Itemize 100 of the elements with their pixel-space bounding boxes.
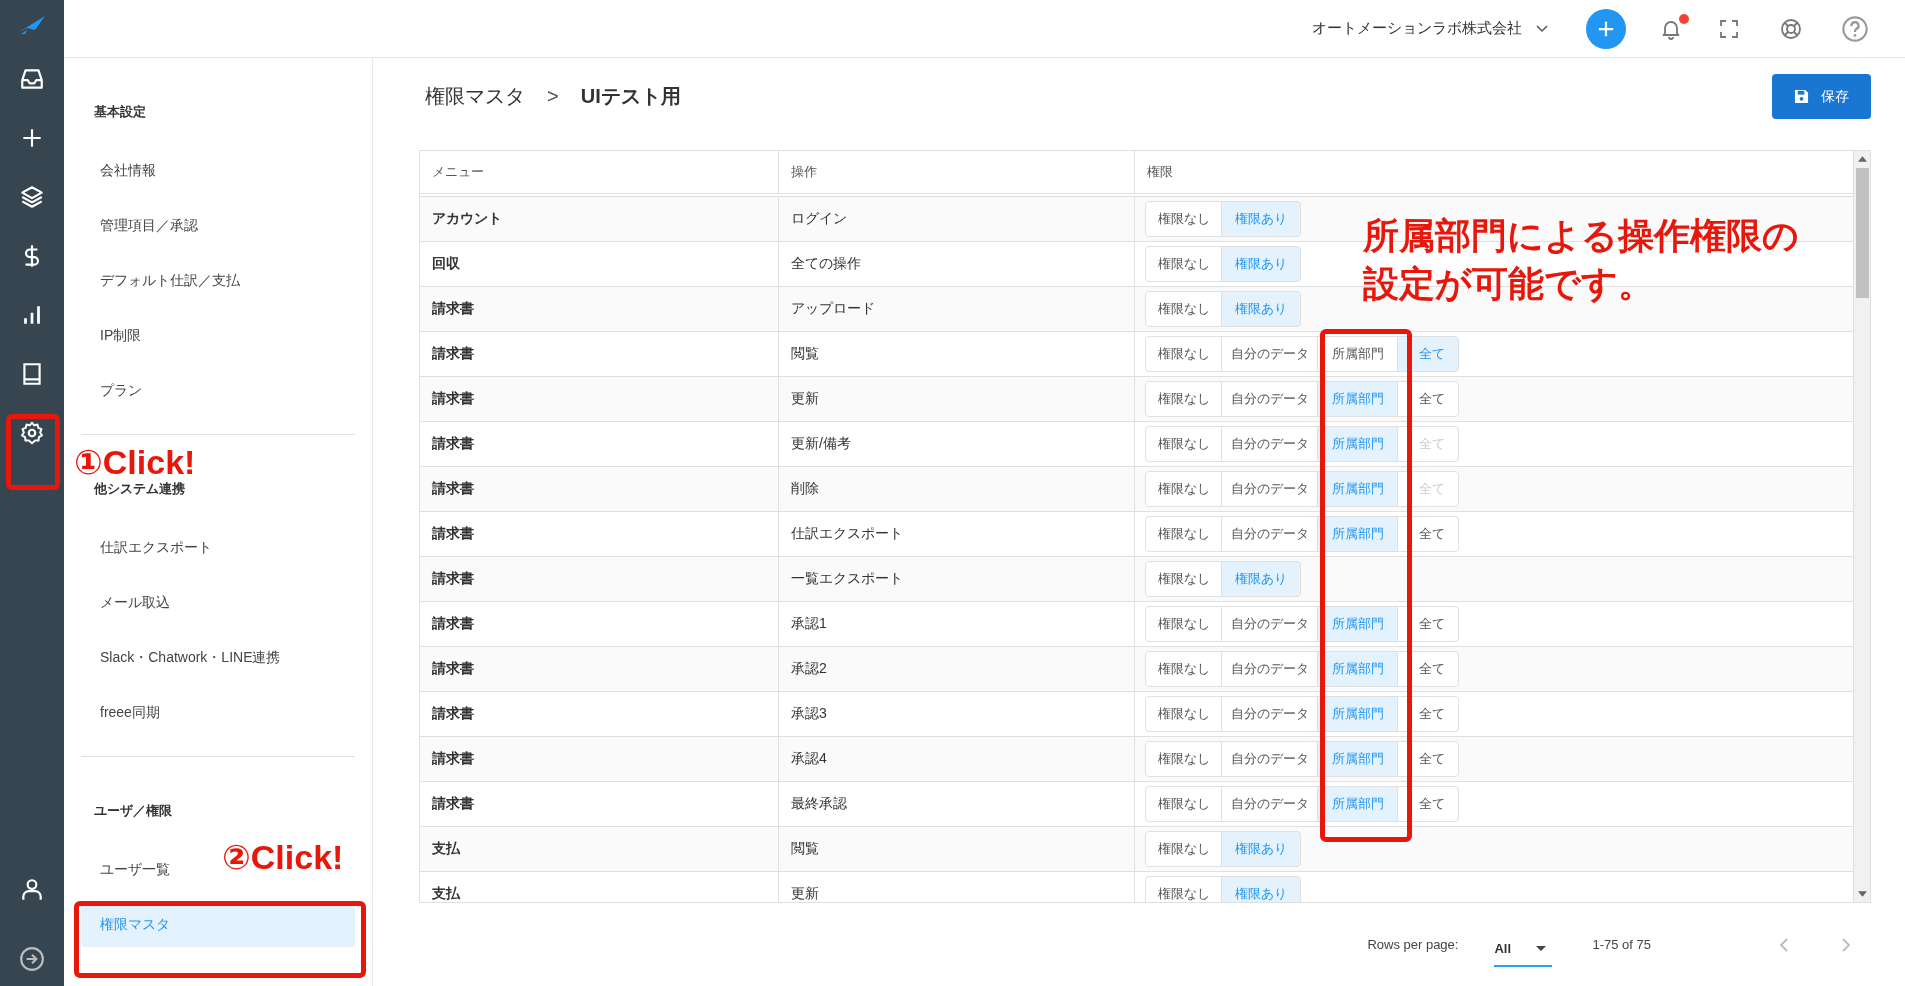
- breadcrumb-link[interactable]: 権限マスタ: [425, 83, 525, 110]
- step-label: ②Click!: [222, 840, 344, 874]
- table-cell: 承認1: [779, 602, 1135, 646]
- permission-option[interactable]: 全て: [1397, 651, 1459, 687]
- table-cell: 支払: [420, 872, 779, 902]
- add-button[interactable]: [1586, 8, 1626, 49]
- table-cell: 承認3: [779, 692, 1135, 736]
- permission-option[interactable]: 権限なし: [1145, 741, 1222, 777]
- page-range: 1-75 of 75: [1592, 937, 1651, 952]
- permission-option[interactable]: 全て: [1397, 606, 1459, 642]
- table-cell: 更新: [779, 872, 1135, 902]
- table-cell: 更新/備考: [779, 422, 1135, 466]
- permission-option[interactable]: 全て: [1397, 381, 1459, 417]
- permission-option[interactable]: 自分のデータ: [1221, 606, 1318, 642]
- sidebar-item[interactable]: freee同期: [81, 689, 166, 735]
- sidebar-item[interactable]: デフォルト仕訳／支払: [81, 257, 246, 303]
- permission-option[interactable]: 自分のデータ: [1221, 336, 1318, 372]
- permission-option[interactable]: 権限なし: [1145, 876, 1222, 902]
- permission-option[interactable]: 自分のデータ: [1221, 696, 1318, 732]
- permission-option[interactable]: 所属部門: [1317, 336, 1398, 372]
- permission-option[interactable]: 自分のデータ: [1221, 471, 1318, 507]
- permission-option[interactable]: 権限なし: [1145, 426, 1222, 462]
- permission-option[interactable]: 権限なし: [1145, 696, 1222, 732]
- permission-option[interactable]: 自分のデータ: [1221, 741, 1318, 777]
- settings-icon[interactable]: [19, 420, 45, 446]
- sidebar-item[interactable]: プラン: [81, 367, 148, 413]
- annotation-note: 所属部門による操作権限の 設定が可能です。: [1363, 214, 1799, 306]
- permission-option[interactable]: 自分のデータ: [1221, 381, 1318, 417]
- sidebar-item[interactable]: ユーザ一覧: [81, 846, 176, 892]
- table-cell: 全ての操作: [779, 242, 1135, 286]
- permission-option[interactable]: 自分のデータ: [1221, 516, 1318, 552]
- layers-icon[interactable]: [19, 184, 45, 210]
- sidebar-item[interactable]: 仕訳エクスポート: [81, 524, 218, 570]
- permission-option[interactable]: 権限なし: [1145, 831, 1222, 867]
- section-heading: ユーザ／権限: [93, 802, 173, 820]
- permission-option[interactable]: 自分のデータ: [1221, 786, 1318, 822]
- sidebar-item[interactable]: Slack・Chatwork・LINE連携: [81, 634, 287, 680]
- table-cell: 請求書: [420, 467, 779, 511]
- sidebar-item[interactable]: 管理項目／承認: [81, 202, 204, 248]
- chevron-down-icon: [1536, 24, 1548, 33]
- column-header: 権限: [1146, 163, 1174, 181]
- scroll-thumb[interactable]: [1855, 168, 1869, 298]
- table-cell: アカウント: [420, 197, 779, 241]
- sidebar-item[interactable]: 会社情報: [81, 147, 162, 193]
- rows-per-page-label: Rows per page:: [1367, 937, 1459, 952]
- help-icon[interactable]: [1841, 14, 1869, 43]
- caret-icon: [1536, 946, 1547, 951]
- table-cell: 請求書: [420, 602, 779, 646]
- table-cell: 支払: [420, 827, 779, 871]
- permission-option[interactable]: 権限なし: [1145, 606, 1222, 642]
- permission-option[interactable]: 権限なし: [1145, 291, 1222, 327]
- table-cell: ログイン: [779, 197, 1135, 241]
- scrollbar[interactable]: [1853, 151, 1870, 902]
- lifebuoy-icon[interactable]: [1779, 16, 1803, 41]
- permission-option[interactable]: 権限なし: [1145, 381, 1222, 417]
- table-cell: 請求書: [420, 332, 779, 376]
- save-button[interactable]: 保存: [1772, 74, 1871, 119]
- permission-option[interactable]: 自分のデータ: [1221, 426, 1318, 462]
- sidebar-item[interactable]: メール取込: [81, 579, 176, 625]
- section-heading: 他システム連携: [92, 480, 186, 498]
- permission-option[interactable]: 権限なし: [1145, 201, 1222, 237]
- page-title: UIテスト用: [580, 84, 681, 109]
- sidebar-item[interactable]: IP制限: [81, 312, 148, 358]
- table-cell: アップロード: [779, 287, 1135, 331]
- scroll-down-icon[interactable]: [1857, 891, 1867, 897]
- inbox-icon[interactable]: [19, 66, 45, 92]
- table-cell: 承認4: [779, 737, 1135, 781]
- permission-option[interactable]: 権限なし: [1145, 651, 1222, 687]
- permission-option[interactable]: 権限なし: [1145, 471, 1222, 507]
- column-header: メニュー: [420, 151, 779, 193]
- permission-option[interactable]: 全て: [1397, 516, 1459, 552]
- table-cell: 更新: [779, 377, 1135, 421]
- table-cell: 一覧エクスポート: [779, 557, 1135, 601]
- rows-per-page-select[interactable]: All: [1494, 932, 1553, 967]
- table-cell: 請求書: [420, 422, 779, 466]
- permission-option[interactable]: 全て: [1397, 741, 1459, 777]
- table-cell: 請求書: [420, 782, 779, 826]
- table-cell: 削除: [779, 467, 1135, 511]
- permission-option[interactable]: 全て: [1397, 696, 1459, 732]
- permission-option[interactable]: 権限なし: [1145, 561, 1222, 597]
- table-cell: 請求書: [420, 692, 779, 736]
- permission-option[interactable]: 自分のデータ: [1221, 651, 1318, 687]
- permission-option[interactable]: 全て: [1397, 786, 1459, 822]
- permission-option[interactable]: 権限なし: [1145, 516, 1222, 552]
- plus-icon: [1597, 19, 1615, 38]
- scroll-up-icon[interactable]: [1857, 156, 1867, 162]
- table-cell: 仕訳エクスポート: [779, 512, 1135, 556]
- table-cell: 最終承認: [779, 782, 1135, 826]
- table-cell: 回収: [420, 242, 779, 286]
- logout-icon[interactable]: [19, 946, 45, 972]
- breadcrumb-separator: >: [547, 85, 559, 108]
- table-cell: 閲覧: [779, 332, 1135, 376]
- permission-option[interactable]: 権限なし: [1145, 336, 1222, 372]
- table-cell: 請求書: [420, 737, 779, 781]
- permission-option[interactable]: 権限なし: [1145, 786, 1222, 822]
- company-selector[interactable]: オートメーションラボ株式会社: [1312, 19, 1548, 38]
- user-icon[interactable]: [19, 877, 45, 903]
- table-cell: 請求書: [420, 512, 779, 556]
- table-cell: 請求書: [420, 557, 779, 601]
- permission-option[interactable]: 権限なし: [1145, 246, 1222, 282]
